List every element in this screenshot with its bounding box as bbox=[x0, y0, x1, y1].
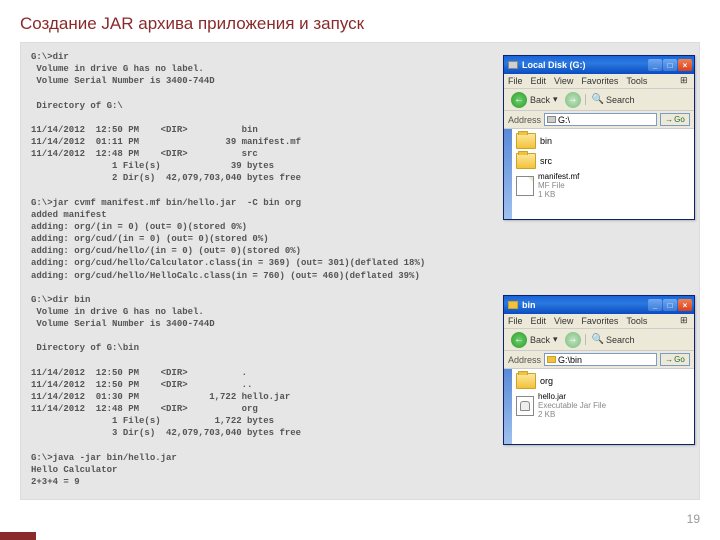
search-button[interactable]: 🔍 Search bbox=[585, 94, 635, 105]
folder-icon bbox=[547, 356, 556, 363]
file-list: bin src manifest.mf MF File 1 KB bbox=[512, 129, 694, 219]
address-input[interactable]: G:\ bbox=[544, 113, 657, 126]
folder-icon bbox=[516, 133, 536, 149]
menu-tools[interactable]: Tools bbox=[626, 316, 647, 326]
menu-edit[interactable]: Edit bbox=[531, 76, 547, 86]
file-label: org bbox=[540, 376, 553, 386]
address-path: G:\bin bbox=[558, 355, 582, 365]
go-button[interactable]: → Go bbox=[660, 113, 690, 126]
menu-edit[interactable]: Edit bbox=[531, 316, 547, 326]
file-size: 2 KB bbox=[538, 411, 606, 420]
menu-bar: File Edit View Favorites Tools ⊞ bbox=[504, 74, 694, 89]
search-icon: 🔍 bbox=[592, 94, 604, 105]
back-label: Back bbox=[530, 95, 550, 105]
drive-icon bbox=[508, 61, 518, 69]
address-bar: Address G:\ → Go bbox=[504, 111, 694, 129]
folder-item-bin[interactable]: bin bbox=[516, 133, 690, 149]
file-label: bin bbox=[540, 136, 552, 146]
forward-button[interactable]: → bbox=[565, 332, 581, 348]
folder-item-src[interactable]: src bbox=[516, 153, 690, 169]
menu-favorites[interactable]: Favorites bbox=[581, 316, 618, 326]
file-label: src bbox=[540, 156, 552, 166]
titlebar[interactable]: bin _ □ × bbox=[504, 296, 694, 314]
minimize-button[interactable]: _ bbox=[648, 59, 662, 71]
folder-icon bbox=[516, 153, 536, 169]
go-button[interactable]: → Go bbox=[660, 353, 690, 366]
file-item-manifest[interactable]: manifest.mf MF File 1 KB bbox=[516, 173, 690, 199]
drive-icon bbox=[547, 116, 556, 123]
menu-view[interactable]: View bbox=[554, 316, 573, 326]
close-button[interactable]: × bbox=[678, 59, 692, 71]
back-icon: ← bbox=[511, 332, 527, 348]
window-title: bin bbox=[522, 300, 648, 310]
toolbar: ← Back ▾ → 🔍 Search bbox=[504, 89, 694, 111]
window-title: Local Disk (G:) bbox=[522, 60, 648, 70]
minimize-button[interactable]: _ bbox=[648, 299, 662, 311]
menu-file[interactable]: File bbox=[508, 316, 523, 326]
titlebar[interactable]: Local Disk (G:) _ □ × bbox=[504, 56, 694, 74]
page-number: 19 bbox=[687, 512, 700, 526]
chevron-down-icon: ▾ bbox=[553, 334, 558, 345]
address-input[interactable]: G:\bin bbox=[544, 353, 657, 366]
forward-button[interactable]: → bbox=[565, 92, 581, 108]
address-label: Address bbox=[508, 355, 541, 365]
menu-file[interactable]: File bbox=[508, 76, 523, 86]
maximize-button[interactable]: □ bbox=[663, 299, 677, 311]
back-button[interactable]: ← Back ▾ bbox=[508, 91, 561, 109]
file-icon bbox=[516, 176, 534, 196]
address-path: G:\ bbox=[558, 115, 570, 125]
search-label: Search bbox=[606, 335, 635, 345]
footer-accent bbox=[0, 532, 36, 540]
side-panel bbox=[504, 369, 512, 444]
toolbar: ← Back ▾ → 🔍 Search bbox=[504, 329, 694, 351]
menu-view[interactable]: View bbox=[554, 76, 573, 86]
file-list: org hello.jar Executable Jar File 2 KB bbox=[512, 369, 694, 444]
back-button[interactable]: ← Back ▾ bbox=[508, 331, 561, 349]
search-label: Search bbox=[606, 95, 635, 105]
address-bar: Address G:\bin → Go bbox=[504, 351, 694, 369]
explorer-window-bin: bin _ □ × File Edit View Favorites Tools… bbox=[503, 295, 695, 445]
search-button[interactable]: 🔍 Search bbox=[585, 334, 635, 345]
back-icon: ← bbox=[511, 92, 527, 108]
menu-tools[interactable]: Tools bbox=[626, 76, 647, 86]
back-label: Back bbox=[530, 335, 550, 345]
slide-title: Создание JAR архива приложения и запуск bbox=[0, 0, 720, 42]
close-button[interactable]: × bbox=[678, 299, 692, 311]
folder-icon bbox=[508, 301, 518, 309]
file-size: 1 KB bbox=[538, 191, 579, 200]
folder-icon bbox=[516, 373, 536, 389]
search-icon: 🔍 bbox=[592, 334, 604, 345]
maximize-button[interactable]: □ bbox=[663, 59, 677, 71]
jar-icon bbox=[516, 396, 534, 416]
windows-logo-icon: ⊞ bbox=[680, 315, 692, 327]
explorer-window-g: Local Disk (G:) _ □ × File Edit View Fav… bbox=[503, 55, 695, 220]
file-item-hellojar[interactable]: hello.jar Executable Jar File 2 KB bbox=[516, 393, 690, 419]
chevron-down-icon: ▾ bbox=[553, 94, 558, 105]
menu-favorites[interactable]: Favorites bbox=[581, 76, 618, 86]
side-panel bbox=[504, 129, 512, 219]
address-label: Address bbox=[508, 115, 541, 125]
windows-logo-icon: ⊞ bbox=[680, 75, 692, 87]
menu-bar: File Edit View Favorites Tools ⊞ bbox=[504, 314, 694, 329]
folder-item-org[interactable]: org bbox=[516, 373, 690, 389]
